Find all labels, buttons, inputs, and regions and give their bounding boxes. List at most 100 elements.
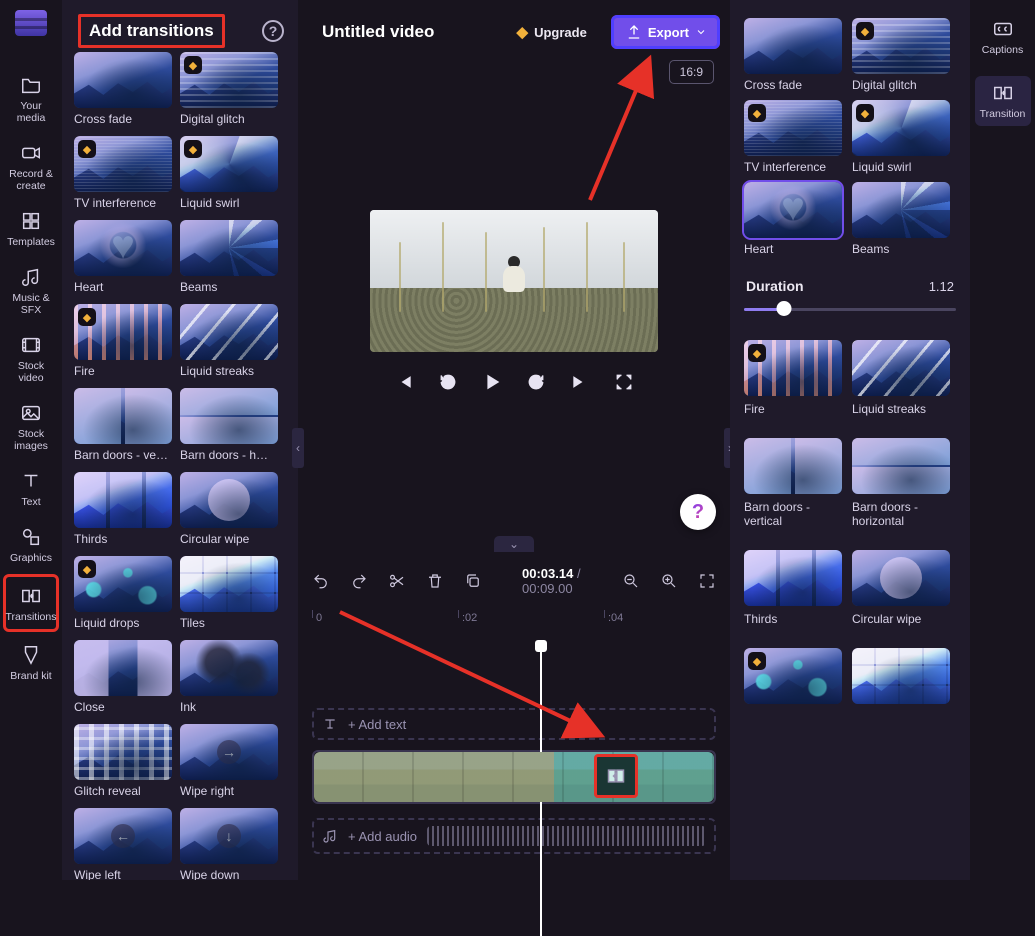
premium-icon: ◆ (78, 308, 96, 326)
transition-heart[interactable]: Heart (744, 182, 844, 256)
transition-glitch-reveal[interactable]: Glitch reveal (74, 724, 172, 798)
delete-button[interactable] (426, 571, 444, 591)
premium-icon: ◆ (78, 560, 96, 578)
transition-tv-interference[interactable]: ◆TV interference (74, 136, 172, 210)
document-title[interactable]: Untitled video (322, 22, 434, 42)
transition-liquid-streaks[interactable]: Liquid streaks (852, 340, 952, 430)
nav-stockvideo[interactable]: Stock video (3, 326, 59, 390)
transition-cross-fade[interactable]: Cross fade (744, 18, 844, 92)
transition-tiles[interactable]: Tiles (180, 556, 278, 630)
transition-heart[interactable]: Heart (74, 220, 172, 294)
rewind-5-button[interactable] (437, 371, 459, 393)
zoom-out-button[interactable] (622, 571, 640, 591)
text-track-placeholder[interactable]: + Add text (312, 708, 716, 740)
transition-label: Barn doors - horizontal (852, 500, 952, 528)
transition-barn-doors-ve-[interactable]: Barn doors - ve… (74, 388, 172, 462)
duration-slider[interactable] (744, 300, 956, 318)
transition-fire[interactable]: ◆Fire (744, 340, 844, 430)
right-sidebar: Captions Transition (970, 0, 1035, 880)
right-tab-cc[interactable]: Captions (975, 12, 1031, 62)
audio-track-placeholder[interactable]: + Add audio (312, 818, 716, 854)
transition-label: Tiles (180, 616, 278, 630)
transition-liquid-drops[interactable]: ◆Liquid drops (74, 556, 172, 630)
split-button[interactable] (388, 571, 406, 591)
help-bubble-button[interactable]: ? (680, 494, 716, 530)
nav-brandkit[interactable]: Brand kit (3, 636, 59, 688)
nav-templates[interactable]: Templates (3, 202, 59, 254)
nav-transitions[interactable]: Transitions (3, 574, 59, 632)
transition-label: Liquid swirl (852, 160, 952, 174)
duration-value: 1.12 (929, 279, 954, 294)
video-track[interactable] (312, 750, 716, 804)
collapse-left-handle[interactable]: ‹ (292, 428, 304, 468)
transition-tv-interference[interactable]: ◆TV interference (744, 100, 844, 174)
transition-item[interactable] (852, 648, 952, 724)
transition-label: Glitch reveal (74, 784, 172, 798)
premium-icon: ◆ (184, 140, 202, 158)
app-logo (15, 10, 47, 36)
folder-icon (20, 74, 42, 96)
premium-icon: ◆ (856, 104, 874, 122)
transition-wipe-right[interactable]: Wipe right (180, 724, 278, 798)
transition-liquid-swirl[interactable]: ◆ Liquid swirl (852, 100, 952, 174)
transition-circular-wipe[interactable]: Circular wipe (852, 550, 952, 640)
transition-digital-glitch[interactable]: ◆Digital glitch (180, 52, 278, 126)
nav-folder[interactable]: Your media (3, 66, 59, 130)
export-button[interactable]: Export (611, 15, 720, 49)
transition-circular-wipe[interactable]: Circular wipe (180, 472, 278, 546)
undo-button[interactable] (312, 571, 330, 591)
transition-thirds[interactable]: Thirds (744, 550, 844, 640)
transition-cross-fade[interactable]: Cross fade (74, 52, 172, 126)
nav-text[interactable]: Text (3, 462, 59, 514)
help-icon[interactable]: ? (262, 20, 284, 42)
transition-label: Liquid streaks (852, 402, 952, 416)
nav-music[interactable]: Music & SFX (3, 258, 59, 322)
duration-label: Duration (746, 278, 804, 294)
timecode: 00:03.14 / 00:09.00 (522, 566, 582, 596)
editor-center: Untitled video ◆ Upgrade Export 16:9 ‹ ›… (298, 0, 730, 880)
right-tab-transition[interactable]: Transition (975, 76, 1031, 126)
transition-fire[interactable]: ◆Fire (74, 304, 172, 378)
transition-beams[interactable]: Beams (852, 182, 952, 256)
duplicate-button[interactable] (464, 571, 482, 591)
applied-transition-handle[interactable] (594, 754, 638, 798)
transition-beams[interactable]: Beams (180, 220, 278, 294)
cloud-sync-disabled-icon[interactable] (448, 27, 468, 37)
transition-liquid-streaks[interactable]: Liquid streaks (180, 304, 278, 378)
zoom-fit-button[interactable] (698, 571, 716, 591)
upgrade-button[interactable]: ◆ Upgrade (507, 18, 597, 46)
aspect-ratio-selector[interactable]: 16:9 (669, 60, 714, 84)
transition-ink[interactable]: Ink (180, 640, 278, 714)
skip-end-button[interactable] (569, 371, 591, 393)
redo-button[interactable] (350, 571, 368, 591)
transition-label: Liquid streaks (180, 364, 278, 378)
music-icon (20, 266, 42, 288)
skip-start-button[interactable] (393, 371, 415, 393)
zoom-in-button[interactable] (660, 571, 678, 591)
forward-5-button[interactable] (525, 371, 547, 393)
graphics-icon (20, 526, 42, 548)
transition-barn-doors-h-[interactable]: Barn doors - h… (180, 388, 278, 462)
transition-barn-doors-vertical[interactable]: Barn doors - vertical (744, 438, 844, 542)
timeline-ruler[interactable]: 0 :02 :04 (312, 612, 716, 636)
templates-icon (20, 210, 42, 232)
transition-liquid-swirl[interactable]: ◆Liquid swirl (180, 136, 278, 210)
transition-wipe-down[interactable]: Wipe down (180, 808, 278, 880)
transition-digital-glitch[interactable]: ◆Digital glitch (852, 18, 952, 92)
transition-label: Circular wipe (180, 532, 278, 546)
transition-label: Wipe left (74, 868, 172, 880)
transition-close[interactable]: Close (74, 640, 172, 714)
transition-wipe-left[interactable]: Wipe left (74, 808, 172, 880)
transition-thirds[interactable]: Thirds (74, 472, 172, 546)
nav-record[interactable]: Record & create (3, 134, 59, 198)
transition-label: Thirds (74, 532, 172, 546)
nav-stockimages[interactable]: Stock images (3, 394, 59, 458)
timeline-expand-handle[interactable]: ⌄ (494, 536, 534, 552)
fullscreen-button[interactable] (613, 371, 635, 393)
brandkit-icon (20, 644, 42, 666)
transition-barn-doors-horizontal[interactable]: Barn doors - horizontal (852, 438, 952, 542)
play-button[interactable] (481, 371, 503, 393)
transition-item[interactable]: ◆ (744, 648, 844, 724)
nav-graphics[interactable]: Graphics (3, 518, 59, 570)
text-icon (20, 470, 42, 492)
